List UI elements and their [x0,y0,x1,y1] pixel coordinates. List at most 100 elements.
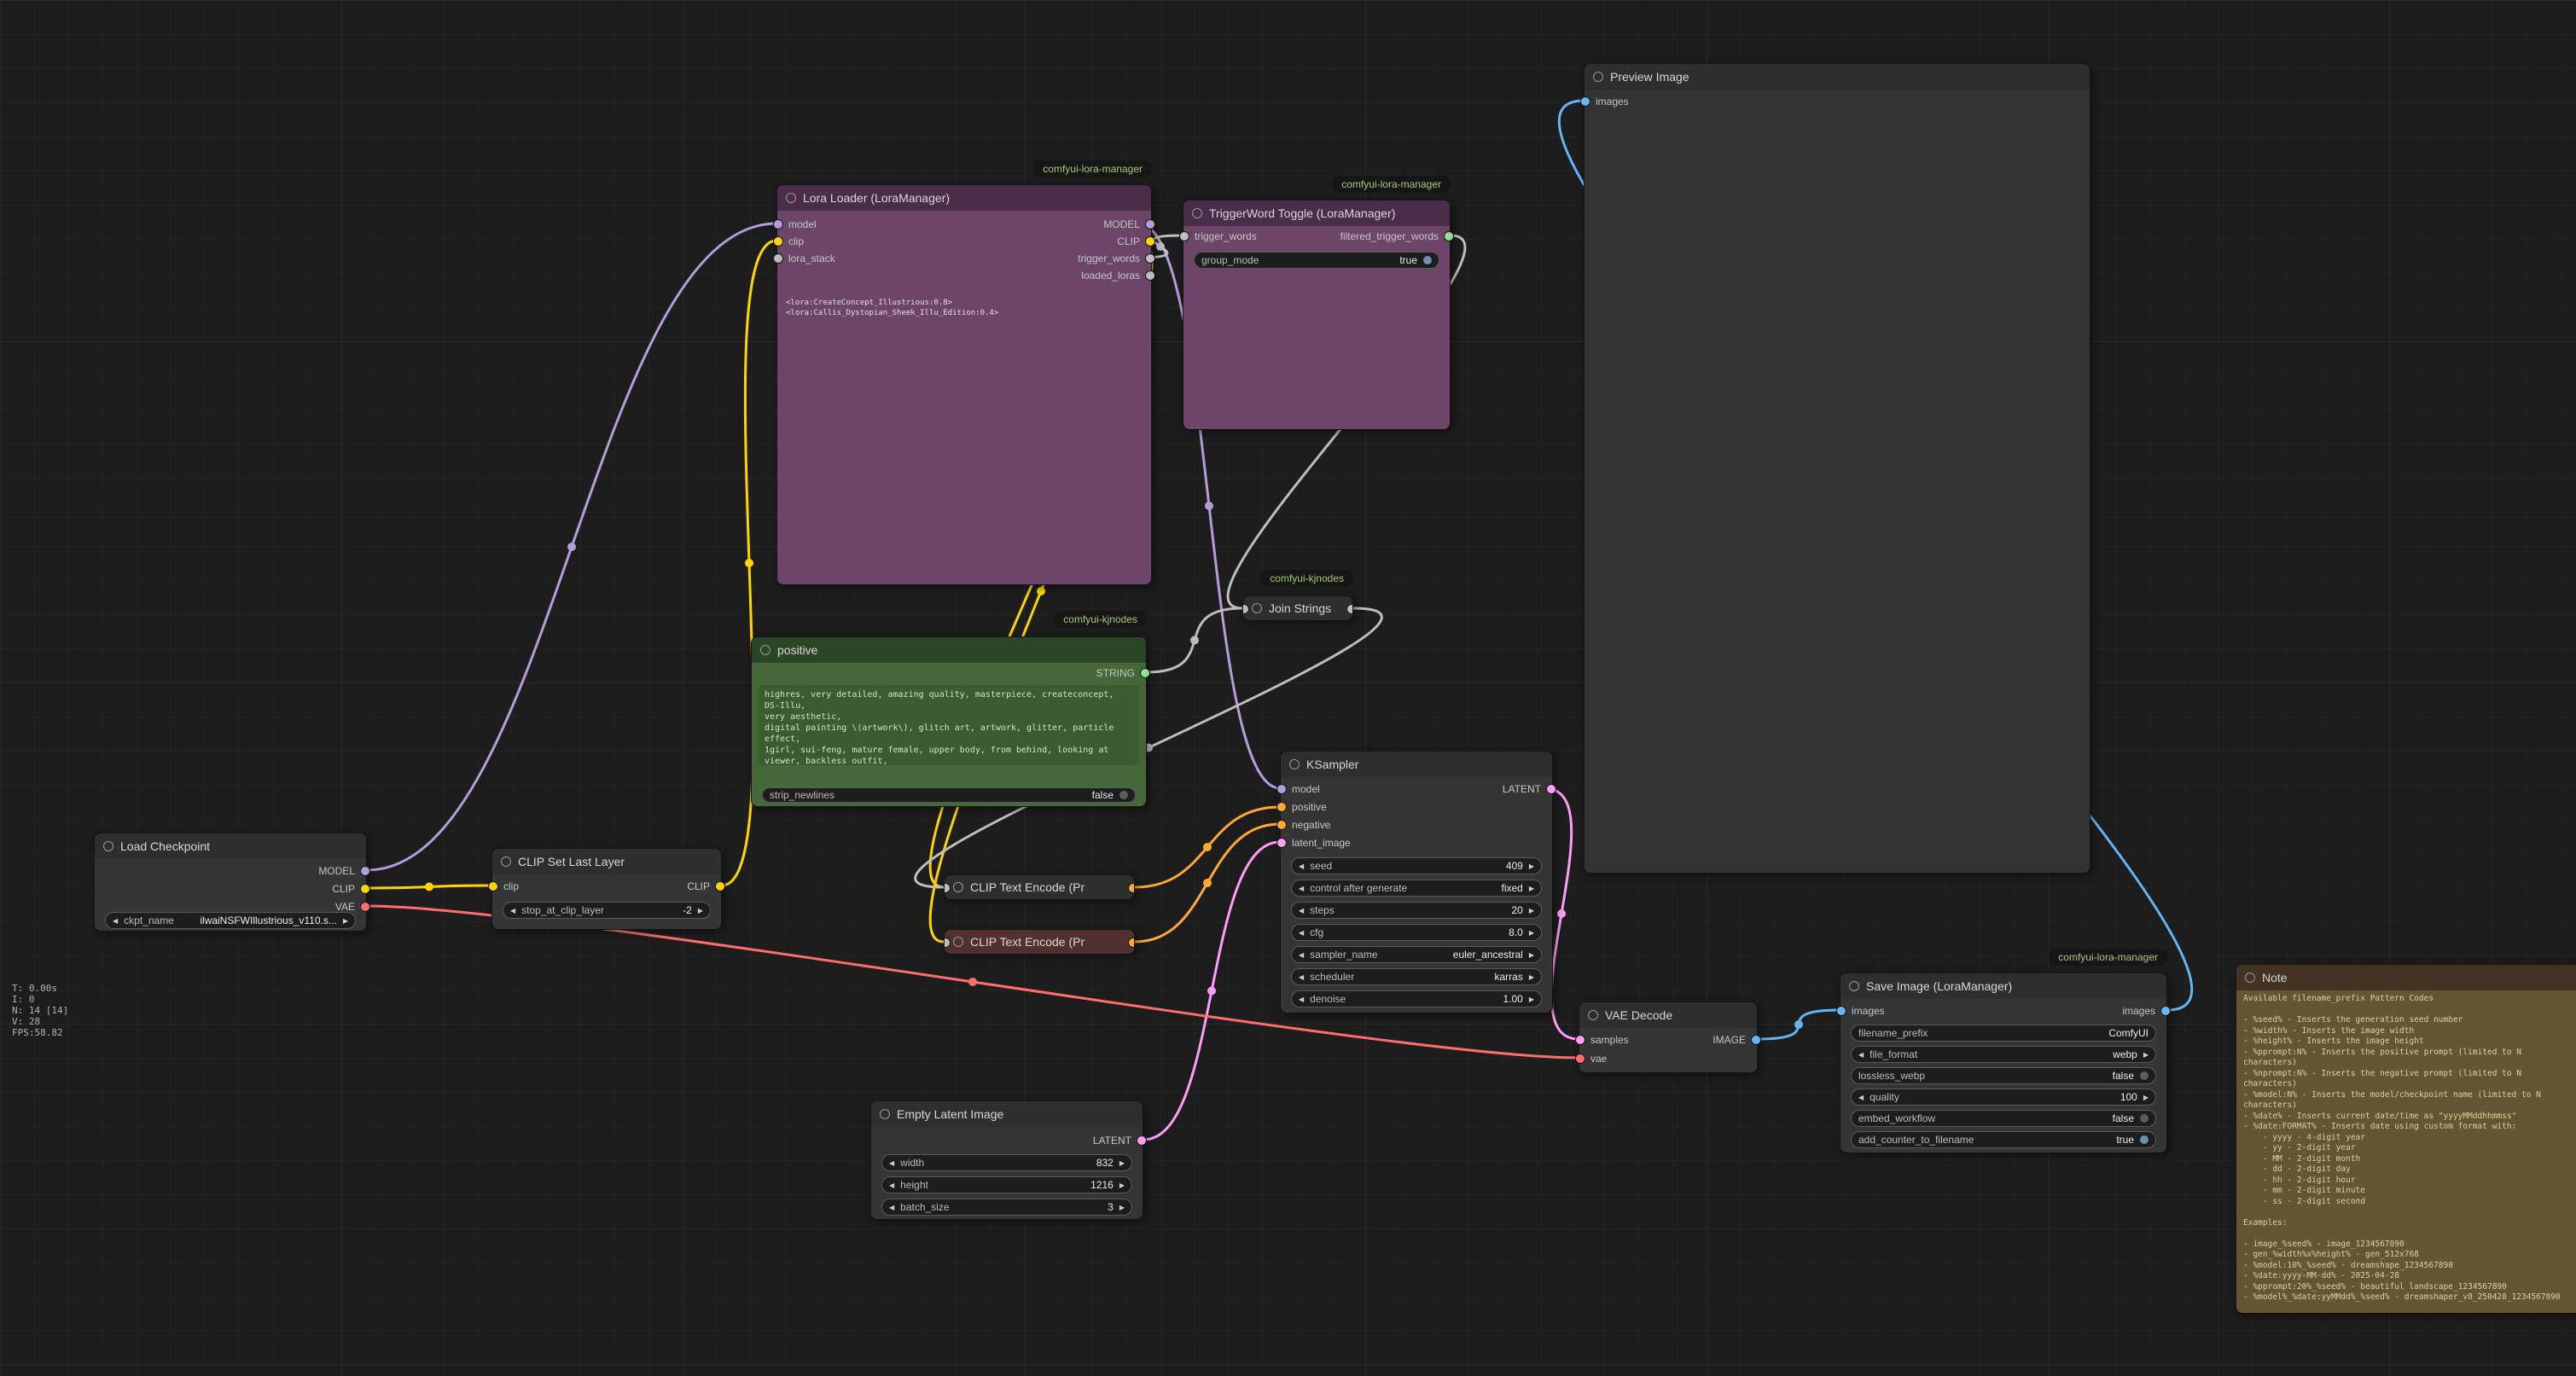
model-output-dot[interactable] [1145,219,1155,229]
prev-arrow-icon[interactable]: ◀ [889,1182,894,1189]
node-clip-set-last-layer[interactable]: CLIP Set Last Layer clip CLIP ◀ stop_at_… [491,848,722,930]
prev-arrow-icon[interactable]: ◀ [889,1159,894,1167]
prev-arrow-icon[interactable]: ◀ [1858,1051,1864,1059]
latent-output-dot[interactable] [1546,784,1556,794]
node-load-checkpoint[interactable]: Load Checkpoint MODEL CLIP VAE ◀ ckpt_na… [94,833,367,932]
batch-size-widget[interactable]: ◀ batch_size 3 ▶ [881,1199,1132,1216]
vae-input-dot[interactable] [1575,1054,1585,1064]
steps-widget[interactable]: ◀ steps 20 ▶ [1291,902,1542,919]
node-positive-prompt[interactable]: positive STRING highres, very detailed, … [751,636,1147,807]
collapse-dot-icon[interactable] [880,1109,890,1119]
node-save-image[interactable]: Save Image (LoraManager) images images f… [1840,972,2167,1153]
clip-output-dot[interactable] [1145,236,1155,247]
node-graph-canvas[interactable]: Load Checkpoint MODEL CLIP VAE ◀ ckpt_na… [0,0,2576,1376]
sampler-name-widget[interactable]: ◀ sampler_name euler_ancestral ▶ [1291,946,1542,963]
next-arrow-icon[interactable]: ▶ [1119,1204,1125,1211]
string-output-dot[interactable] [1346,604,1353,614]
next-arrow-icon[interactable]: ▶ [1529,973,1534,981]
conditioning-output-dot[interactable] [1128,938,1135,948]
image-output-dot[interactable] [1751,1035,1761,1045]
node-title-bar[interactable]: Save Image (LoraManager) [1840,973,2166,999]
string-input-dot[interactable] [1242,604,1249,614]
prompt-textarea[interactable]: highres, very detailed, amazing quality,… [759,685,1139,765]
trigger-words-output-dot[interactable] [1145,253,1155,264]
images-input-dot[interactable] [1580,96,1590,107]
prev-arrow-icon[interactable]: ◀ [1299,929,1304,937]
collapse-dot-icon[interactable] [953,937,963,947]
node-note[interactable]: Note Available filename_prefix Pattern C… [2236,964,2576,1314]
next-arrow-icon[interactable]: ▶ [1529,885,1534,892]
node-title-bar[interactable]: TriggerWord Toggle (LoraManager) [1183,200,1450,226]
string-output-dot[interactable] [1140,668,1150,678]
prev-arrow-icon[interactable]: ◀ [1858,1094,1864,1101]
denoise-widget[interactable]: ◀ denoise 1.00 ▶ [1291,990,1542,1007]
collapse-dot-icon[interactable] [760,645,770,655]
node-preview-image[interactable]: Preview Image images [1584,63,2090,874]
negative-input-dot[interactable] [1276,820,1287,830]
vae-output-dot[interactable] [360,902,370,912]
prev-arrow-icon[interactable]: ◀ [113,917,118,925]
next-arrow-icon[interactable]: ▶ [1529,907,1534,914]
prev-arrow-icon[interactable]: ◀ [510,907,515,914]
lora-text-widget[interactable]: <lora:CreateConcept_Illustrious:0.8> <lo… [786,298,1143,323]
trigger-words-input-dot[interactable] [1179,231,1189,241]
node-ksampler[interactable]: KSampler model positive negative latent_… [1280,751,1553,1013]
file-format-widget[interactable]: ◀ file_format webp ▶ [1851,1046,2156,1063]
next-arrow-icon[interactable]: ▶ [2143,1051,2149,1059]
images-input-dot[interactable] [1836,1006,1846,1016]
next-arrow-icon[interactable]: ▶ [1119,1159,1125,1167]
lora-stack-input-dot[interactable] [773,253,783,264]
toggle-dot-icon[interactable] [1119,791,1128,799]
node-title-bar[interactable]: Load Checkpoint [95,833,366,859]
latent-image-input-dot[interactable] [1276,838,1287,848]
control-after-generate-widget[interactable]: ◀ control after generate fixed ▶ [1291,880,1542,897]
loaded-loras-output-dot[interactable] [1145,270,1155,281]
collapse-dot-icon[interactable] [1289,759,1300,769]
conditioning-output-dot[interactable] [1128,883,1135,893]
next-arrow-icon[interactable]: ▶ [1529,929,1534,937]
prev-arrow-icon[interactable]: ◀ [1299,862,1304,870]
node-title-bar[interactable]: Empty Latent Image [871,1101,1143,1127]
collapse-dot-icon[interactable] [1849,981,1859,991]
node-title-bar[interactable]: CLIP Set Last Layer [492,849,721,874]
next-arrow-icon[interactable]: ▶ [1119,1182,1125,1189]
filename-prefix-widget[interactable]: filename_prefix ComfyUI [1851,1025,2156,1042]
node-vae-decode[interactable]: VAE Decode samples vae IMAGE [1579,1002,1758,1073]
strip-newlines-toggle[interactable]: strip_newlines false [762,787,1136,803]
collapse-dot-icon[interactable] [103,841,113,851]
prev-arrow-icon[interactable]: ◀ [1299,973,1304,981]
node-triggerword-toggle[interactable]: TriggerWord Toggle (LoraManager) trigger… [1183,200,1451,430]
embed-workflow-toggle[interactable]: embed_workflow false [1851,1110,2156,1127]
node-title-bar[interactable]: Note [2236,965,2576,990]
node-title-bar[interactable]: positive [752,637,1146,663]
node-join-strings[interactable]: Join Strings [1242,595,1353,621]
ckpt-name-widget[interactable]: ◀ ckpt_name ilwaiNSFWIllustrious_v110.s.… [105,912,356,929]
collapse-dot-icon[interactable] [1593,72,1603,82]
next-arrow-icon[interactable]: ▶ [2143,1094,2149,1101]
text-input-dot[interactable] [944,883,951,893]
group-mode-toggle[interactable]: group_mode true [1194,252,1439,269]
node-title-bar[interactable]: KSampler [1281,752,1552,777]
collapse-dot-icon[interactable] [1588,1010,1598,1020]
prev-arrow-icon[interactable]: ◀ [1299,907,1304,914]
node-lora-loader[interactable]: Lora Loader (LoraManager) model clip lor… [776,184,1152,585]
samples-input-dot[interactable] [1575,1035,1585,1045]
lossless-webp-toggle[interactable]: lossless_webp false [1851,1067,2156,1084]
node-title-bar[interactable]: VAE Decode [1579,1002,1757,1028]
note-textarea[interactable]: Available filename_prefix Pattern Codes … [2243,994,2576,1306]
quality-widget[interactable]: ◀ quality 100 ▶ [1851,1089,2156,1106]
width-widget[interactable]: ◀ width 832 ▶ [881,1154,1132,1171]
node-title-bar[interactable]: Preview Image [1585,64,2090,90]
cfg-widget[interactable]: ◀ cfg 8.0 ▶ [1291,924,1542,941]
node-clip-text-encode-negative[interactable]: CLIP Text Encode (Pr [944,929,1135,955]
node-empty-latent-image[interactable]: Empty Latent Image LATENT ◀ width 832 ▶ … [870,1100,1143,1220]
prev-arrow-icon[interactable]: ◀ [1299,885,1304,892]
model-output-dot[interactable] [360,866,370,876]
toggle-dot-icon[interactable] [2140,1135,2149,1144]
model-input-dot[interactable] [773,219,783,229]
clip-input-dot[interactable] [488,881,498,891]
model-input-dot[interactable] [1276,784,1287,794]
node-title-bar[interactable]: Lora Loader (LoraManager) [777,185,1151,211]
collapse-dot-icon[interactable] [2245,972,2255,983]
height-widget[interactable]: ◀ height 1216 ▶ [881,1176,1132,1193]
